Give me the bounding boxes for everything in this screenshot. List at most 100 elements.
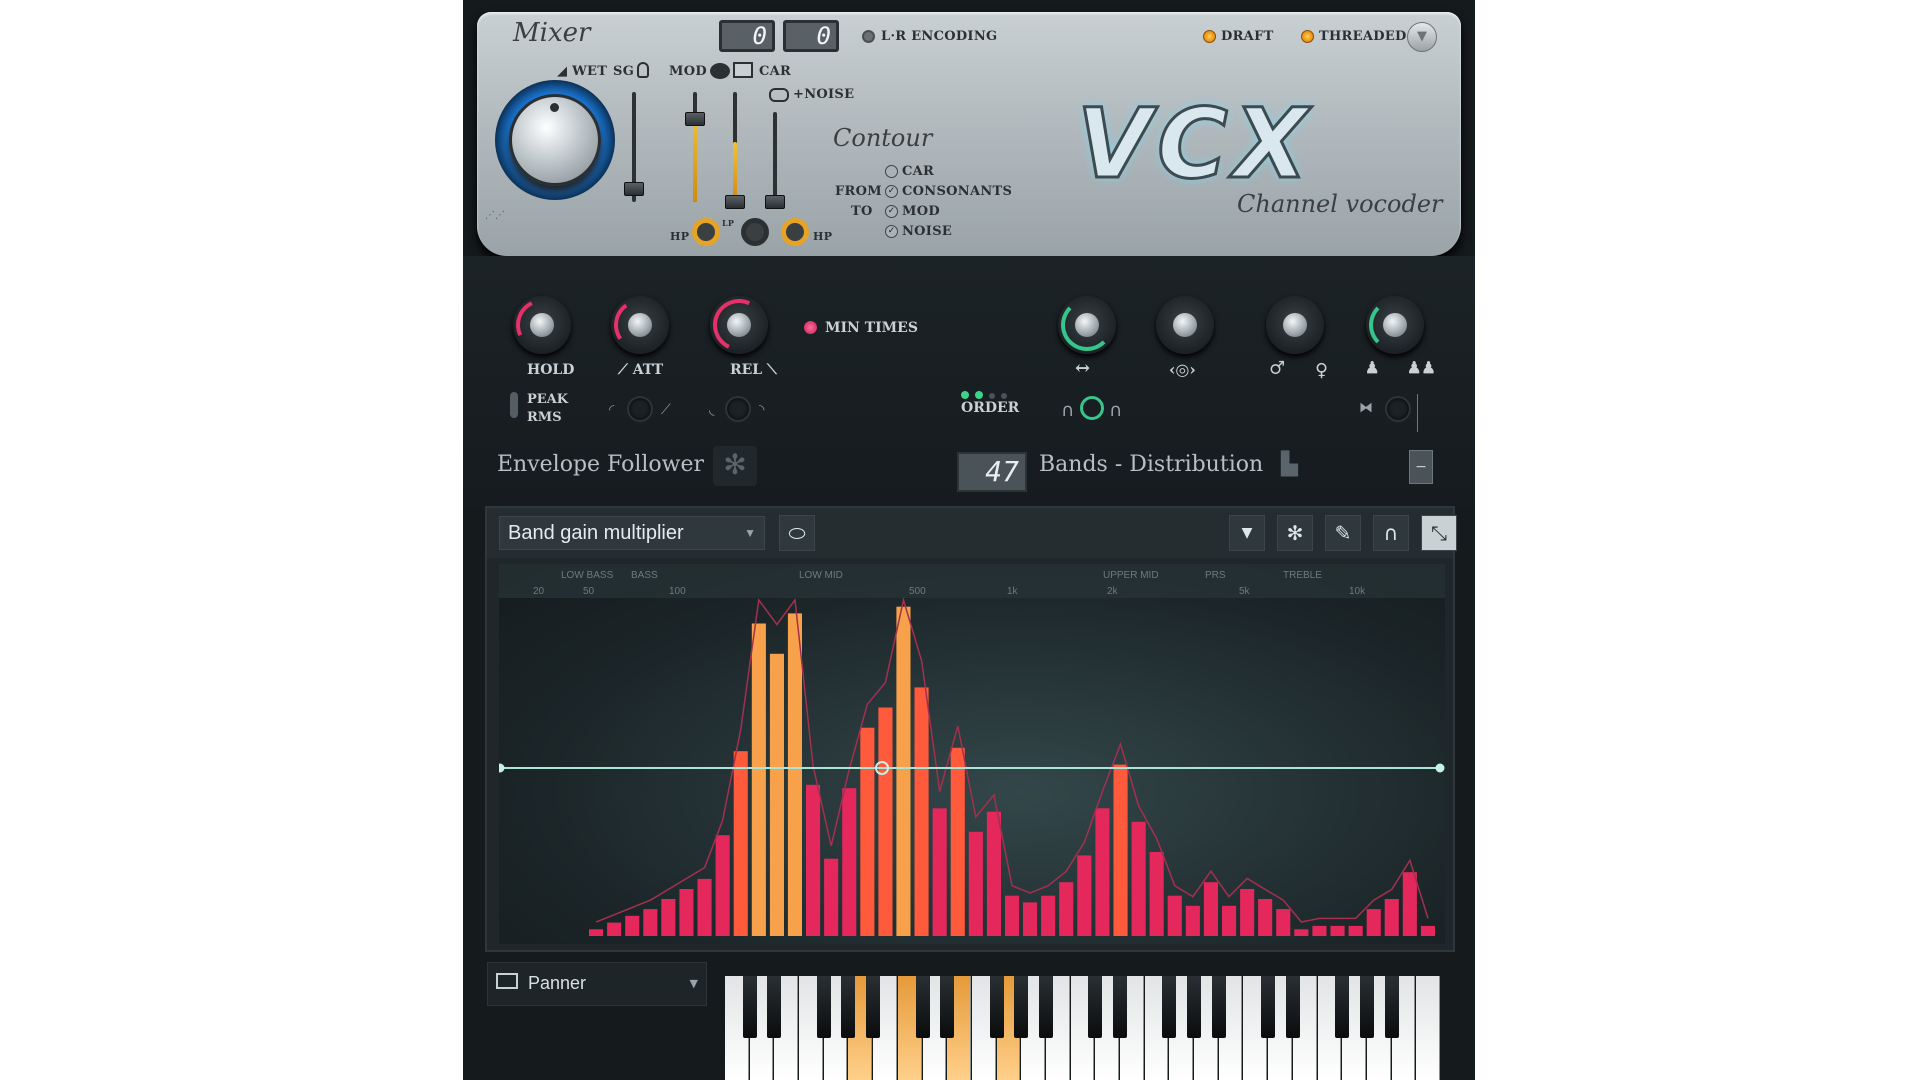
black-key[interactable]: [1384, 976, 1399, 1038]
band-bar[interactable]: [1330, 925, 1345, 936]
bands-count-display[interactable]: 47: [957, 452, 1027, 492]
contour-car-check[interactable]: [885, 165, 898, 178]
band-bar[interactable]: [1402, 872, 1417, 936]
piano-keyboard[interactable]: [725, 976, 1441, 1080]
hold-knob[interactable]: [508, 291, 576, 359]
male-knob[interactable]: [1266, 296, 1324, 354]
black-key[interactable]: [816, 976, 831, 1038]
draw-pencil-icon[interactable]: ✎: [1325, 515, 1361, 551]
band-bar[interactable]: [950, 747, 965, 936]
band-bar[interactable]: [1222, 905, 1237, 936]
noise-toggle-icon[interactable]: [769, 88, 789, 102]
band-bar[interactable]: [1420, 925, 1435, 936]
envelope-freeze-snowflake-icon[interactable]: ✻: [713, 446, 757, 486]
people-knob[interactable]: [1366, 296, 1424, 354]
band-bar[interactable]: [806, 784, 821, 936]
peak-rms-switch[interactable]: [510, 392, 518, 418]
black-key[interactable]: [866, 976, 881, 1038]
band-bar[interactable]: [1276, 909, 1291, 936]
lp-knob[interactable]: [741, 218, 769, 246]
black-key[interactable]: [841, 976, 856, 1038]
black-key[interactable]: [742, 976, 757, 1038]
bands-minus-button[interactable]: −: [1409, 450, 1433, 484]
band-bar[interactable]: [1366, 909, 1381, 936]
band-bar[interactable]: [589, 929, 604, 936]
band-bar[interactable]: [661, 899, 676, 936]
band-bar[interactable]: [1348, 925, 1363, 936]
band-bar[interactable]: [914, 687, 929, 936]
contour-noise-check[interactable]: ✓: [885, 225, 898, 238]
min-times-led[interactable]: [804, 321, 817, 334]
sg-fader[interactable]: [624, 182, 644, 196]
black-key[interactable]: [767, 976, 782, 1038]
band-bar[interactable]: [932, 808, 947, 936]
bowtie-knob[interactable]: [1385, 396, 1411, 422]
band-bar[interactable]: [1258, 899, 1273, 936]
black-key[interactable]: [1285, 976, 1300, 1038]
band-bar[interactable]: [986, 811, 1001, 936]
lcd-display-right[interactable]: 0: [783, 20, 839, 52]
band-bar[interactable]: [1149, 852, 1164, 936]
contour-mod-check[interactable]: ✓: [885, 205, 898, 218]
band-bar[interactable]: [1203, 882, 1218, 936]
mod-fader[interactable]: [685, 112, 705, 126]
band-bar[interactable]: [733, 751, 748, 936]
att-curve-knob[interactable]: [627, 396, 653, 422]
freeze-snowflake-icon[interactable]: ✻: [1277, 515, 1313, 551]
band-bar[interactable]: [1185, 905, 1200, 936]
band-bar[interactable]: [697, 878, 712, 936]
band-bar[interactable]: [896, 606, 911, 936]
band-bar[interactable]: [1240, 889, 1255, 936]
white-key[interactable]: [1416, 976, 1440, 1080]
band-bar[interactable]: [1294, 929, 1309, 936]
threaded-led[interactable]: [1301, 30, 1314, 43]
car-fader[interactable]: [725, 195, 745, 209]
band-bar[interactable]: [1077, 855, 1092, 936]
black-key[interactable]: [1162, 976, 1177, 1038]
band-bar[interactable]: [751, 623, 766, 937]
band-bar[interactable]: [878, 707, 893, 937]
black-key[interactable]: [1038, 976, 1053, 1038]
draft-led[interactable]: [1203, 30, 1216, 43]
band-bar[interactable]: [842, 788, 857, 936]
bands-width-knob[interactable]: [1058, 296, 1116, 354]
rel-knob[interactable]: [705, 291, 773, 359]
band-bar[interactable]: [860, 727, 875, 936]
band-bar[interactable]: [1384, 899, 1399, 936]
black-key[interactable]: [1211, 976, 1226, 1038]
band-bar[interactable]: [1113, 764, 1128, 936]
panner-selector[interactable]: Panner ▼: [487, 962, 707, 1006]
black-key[interactable]: [1261, 976, 1276, 1038]
band-bar[interactable]: [643, 909, 658, 936]
band-bar[interactable]: [787, 613, 802, 936]
black-key[interactable]: [1359, 976, 1374, 1038]
mouth-knob[interactable]: [1156, 296, 1214, 354]
band-bar[interactable]: [1023, 902, 1038, 936]
noise-fader[interactable]: [765, 195, 785, 209]
band-bar[interactable]: [1041, 895, 1056, 936]
menu-dropdown-button[interactable]: ▼: [1407, 22, 1437, 52]
band-bar[interactable]: [1095, 808, 1110, 936]
black-key[interactable]: [989, 976, 1004, 1038]
link-tool-icon[interactable]: ⤡: [1421, 515, 1457, 551]
gain-point-right[interactable]: [1435, 763, 1445, 773]
band-gain-selector[interactable]: Band gain multiplier ▼: [499, 516, 765, 550]
black-key[interactable]: [1187, 976, 1202, 1038]
band-bar[interactable]: [607, 922, 622, 936]
wet-knob[interactable]: [509, 94, 601, 186]
black-key[interactable]: [1014, 976, 1029, 1038]
band-bar[interactable]: [968, 831, 983, 936]
lcd-display-left[interactable]: 0: [719, 20, 775, 52]
rel-curve-knob[interactable]: [725, 396, 751, 422]
hp-right-knob[interactable]: [781, 218, 809, 246]
att-knob[interactable]: [609, 294, 671, 356]
black-key[interactable]: [1335, 976, 1350, 1038]
band-bar[interactable]: [715, 835, 730, 936]
filter-shape-knob[interactable]: [1080, 396, 1104, 420]
lips-toggle-icon[interactable]: ⬭: [779, 515, 815, 551]
graph-menu-dropdown-icon[interactable]: ▼: [1229, 515, 1265, 551]
band-bar[interactable]: [769, 653, 784, 936]
hp-left-knob[interactable]: [692, 218, 720, 246]
gain-point-left[interactable]: [499, 763, 505, 773]
black-key[interactable]: [915, 976, 930, 1038]
